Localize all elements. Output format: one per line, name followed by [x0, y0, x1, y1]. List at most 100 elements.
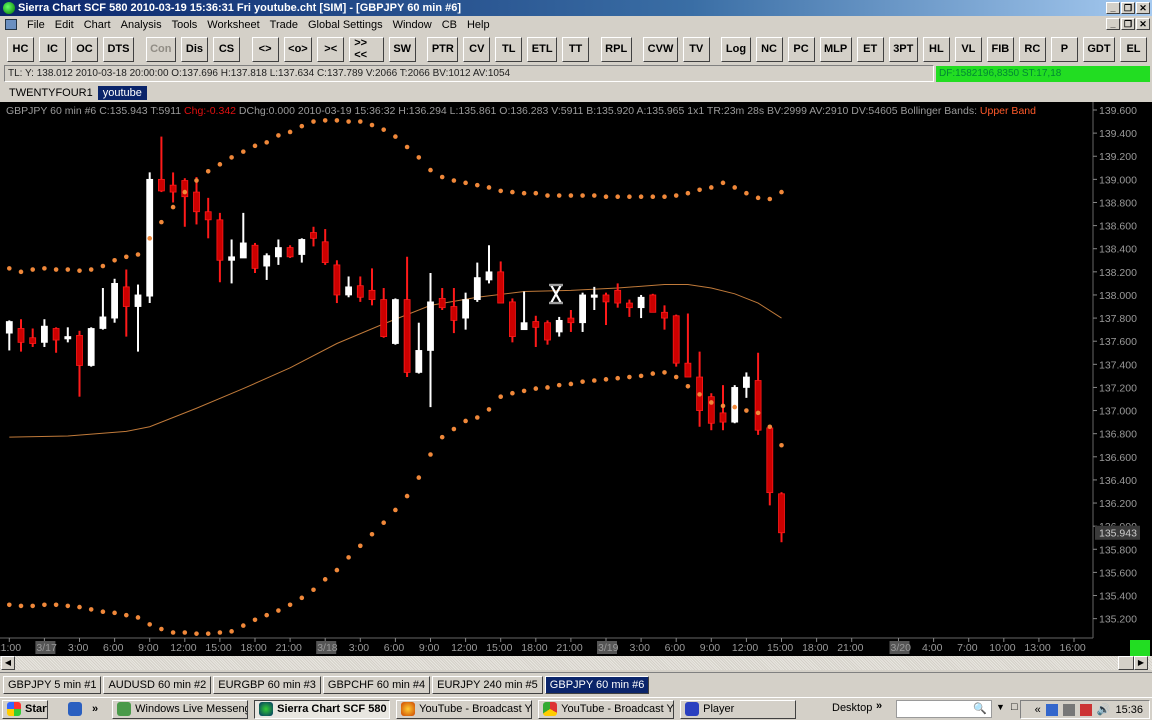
antivirus-icon[interactable] — [1079, 703, 1092, 716]
toolbar-button-xx[interactable]: <> — [251, 36, 279, 62]
toolbar-button-rc[interactable]: RC — [1018, 36, 1046, 62]
toolbar-button-con[interactable]: Con — [145, 36, 176, 62]
chart-area[interactable]: 139.600 139.400 139.200 139.000 138.800 138.6… — [0, 102, 1152, 656]
menu-analysis[interactable]: Analysis — [116, 19, 167, 31]
desktop-chevron[interactable]: » — [876, 700, 882, 712]
toolbar-button-mlp[interactable]: MLP — [819, 36, 852, 62]
toolbar-button-rpl[interactable]: RPL — [600, 36, 632, 62]
chart-window-tab[interactable]: GBPJPY 60 min #6 — [544, 675, 650, 694]
toolbar-button-etl[interactable]: ETL — [527, 36, 558, 62]
toolbar-button-tt[interactable]: TT — [562, 36, 590, 62]
toolbar-button-dis[interactable]: Dis — [180, 36, 208, 62]
dropdown-arrow-icon[interactable]: ▼ — [996, 702, 1005, 712]
close-button[interactable]: ✕ — [1136, 2, 1150, 14]
menu-trade[interactable]: Trade — [265, 19, 303, 31]
bollinger-upper-dot — [545, 193, 550, 198]
toolbar-button-cvw[interactable]: CVW — [643, 36, 678, 62]
toolbar-button-sw[interactable]: SW — [388, 36, 416, 62]
taskbar-item[interactable]: Sierra Chart SCF 580 ... — [254, 699, 391, 719]
chartbook-tab[interactable]: TWENTYFOUR1 — [4, 86, 98, 100]
candle — [310, 226, 317, 247]
chart-window-tab[interactable]: EURJPY 240 min #5 — [432, 675, 543, 694]
scroll-left-button[interactable]: ◀ — [1, 656, 15, 670]
chart-window-tab[interactable]: EURGBP 60 min #3 — [213, 675, 321, 694]
toolbar-button-dts[interactable]: DTS — [103, 36, 134, 62]
chart-window-tab[interactable]: AUDUSD 60 min #2 — [103, 675, 212, 694]
computer-icon[interactable] — [1062, 703, 1075, 716]
toolbar-button-gdt[interactable]: GDT — [1082, 36, 1115, 62]
toolbar-button-vl[interactable]: VL — [954, 36, 982, 62]
search-input[interactable]: 🔍 — [896, 700, 992, 718]
bollinger-upper-dot — [147, 236, 152, 241]
toolbar-button-hl[interactable]: HL — [922, 36, 950, 62]
taskbar-item[interactable]: Windows Live Messenger — [112, 699, 249, 719]
toolbar-button-ic[interactable]: IC — [39, 36, 66, 62]
bollinger-lower-dot — [521, 388, 527, 394]
candle — [169, 172, 177, 203]
child-close-button[interactable]: ✕ — [1136, 18, 1150, 30]
menu-global-settings[interactable]: Global Settings — [303, 19, 388, 31]
volume-icon[interactable]: 🔊 — [1097, 703, 1111, 716]
desktop-toolbar-label[interactable]: Desktop — [832, 702, 872, 714]
toolbar-button-3pt[interactable]: 3PT — [888, 36, 918, 62]
toolbar-button-pc[interactable]: PC — [787, 36, 815, 62]
y-tick-label: 137.800 — [1099, 313, 1137, 325]
document-icon[interactable] — [5, 19, 17, 30]
menu-cb[interactable]: CB — [437, 19, 462, 31]
menu-help[interactable]: Help — [462, 19, 495, 31]
horizontal-scrollbar[interactable]: ◀ ▶ — [0, 656, 1152, 670]
toolbar-button-fib[interactable]: FIB — [986, 36, 1014, 62]
toolbar-button-cs[interactable]: CS — [212, 36, 240, 62]
chartbook-tab[interactable]: youtube — [97, 86, 147, 100]
restore-button[interactable]: ❐ — [1121, 2, 1135, 14]
toolbar-button-tl[interactable]: TL — [495, 36, 523, 62]
toolbar-button-et[interactable]: ET — [856, 36, 884, 62]
toolbar-button-el[interactable]: EL — [1119, 36, 1147, 62]
menu-window[interactable]: Window — [388, 19, 437, 31]
candle — [391, 298, 399, 345]
header-values: GBPJPY 60 min #6 C:135.943 T:5911 — [6, 105, 185, 117]
toolbar-button-cv[interactable]: CV — [463, 36, 491, 62]
toolbar-button-tv[interactable]: TV — [682, 36, 710, 62]
scroll-thumb[interactable] — [1118, 656, 1134, 670]
chart-window-tab[interactable]: GBPCHF 60 min #4 — [322, 675, 431, 694]
price-chart[interactable]: 139.600 139.400 139.200 139.000 138.800 138.6… — [0, 102, 1152, 656]
child-restore-button[interactable]: ❐ — [1121, 18, 1135, 30]
show-desktop-icon[interactable] — [68, 702, 82, 716]
toolbar-button-hc[interactable]: HC — [7, 36, 34, 62]
taskbar-item[interactable]: YouTube - Broadcast Yo... — [396, 699, 533, 719]
y-tick-label: 137.200 — [1099, 382, 1137, 394]
start-button[interactable]: Start — [2, 699, 48, 719]
toolbar-button-log[interactable]: Log — [721, 36, 751, 62]
toolbar-button-xx[interactable]: >< — [317, 36, 345, 62]
menu-edit[interactable]: Edit — [50, 19, 79, 31]
menu-file[interactable]: File — [22, 19, 50, 31]
window-icon[interactable]: □ — [1011, 701, 1018, 713]
candle — [111, 278, 118, 323]
chart-window-tab[interactable]: GBPJPY 5 min #1 — [3, 675, 102, 694]
tray-expand-icon[interactable]: « — [1035, 704, 1041, 716]
toolbar-button-oc[interactable]: OC — [71, 36, 98, 62]
y-tick-label: 139.600 — [1099, 105, 1137, 117]
bollinger-upper-dot — [556, 193, 562, 198]
toolbar-button-ptr[interactable]: PTR — [427, 36, 459, 62]
candle — [298, 238, 306, 263]
quicklaunch-chevron[interactable]: » — [92, 703, 98, 715]
scroll-right-button[interactable]: ▶ — [1134, 656, 1148, 670]
bollinger-lower-dot — [416, 475, 422, 480]
taskbar-item[interactable]: YouTube - Broadcast Yo... — [538, 699, 675, 719]
search-icon[interactable]: 🔍 — [973, 702, 987, 715]
taskbar-item[interactable]: Player — [680, 699, 797, 719]
candle — [684, 313, 692, 378]
menu-chart[interactable]: Chart — [79, 19, 116, 31]
toolbar-button-xox[interactable]: <o> — [283, 36, 313, 62]
toolbar-button-xxxx[interactable]: >><< — [349, 36, 384, 62]
child-minimize-button[interactable]: _ — [1106, 18, 1120, 30]
menu-tools[interactable]: Tools — [167, 19, 203, 31]
network-icon[interactable] — [1045, 703, 1058, 716]
candle-body — [462, 299, 470, 319]
toolbar-button-p[interactable]: P — [1050, 36, 1078, 62]
toolbar-button-nc[interactable]: NC — [755, 36, 783, 62]
minimize-button[interactable]: _ — [1106, 2, 1120, 14]
menu-worksheet[interactable]: Worksheet — [202, 19, 264, 31]
